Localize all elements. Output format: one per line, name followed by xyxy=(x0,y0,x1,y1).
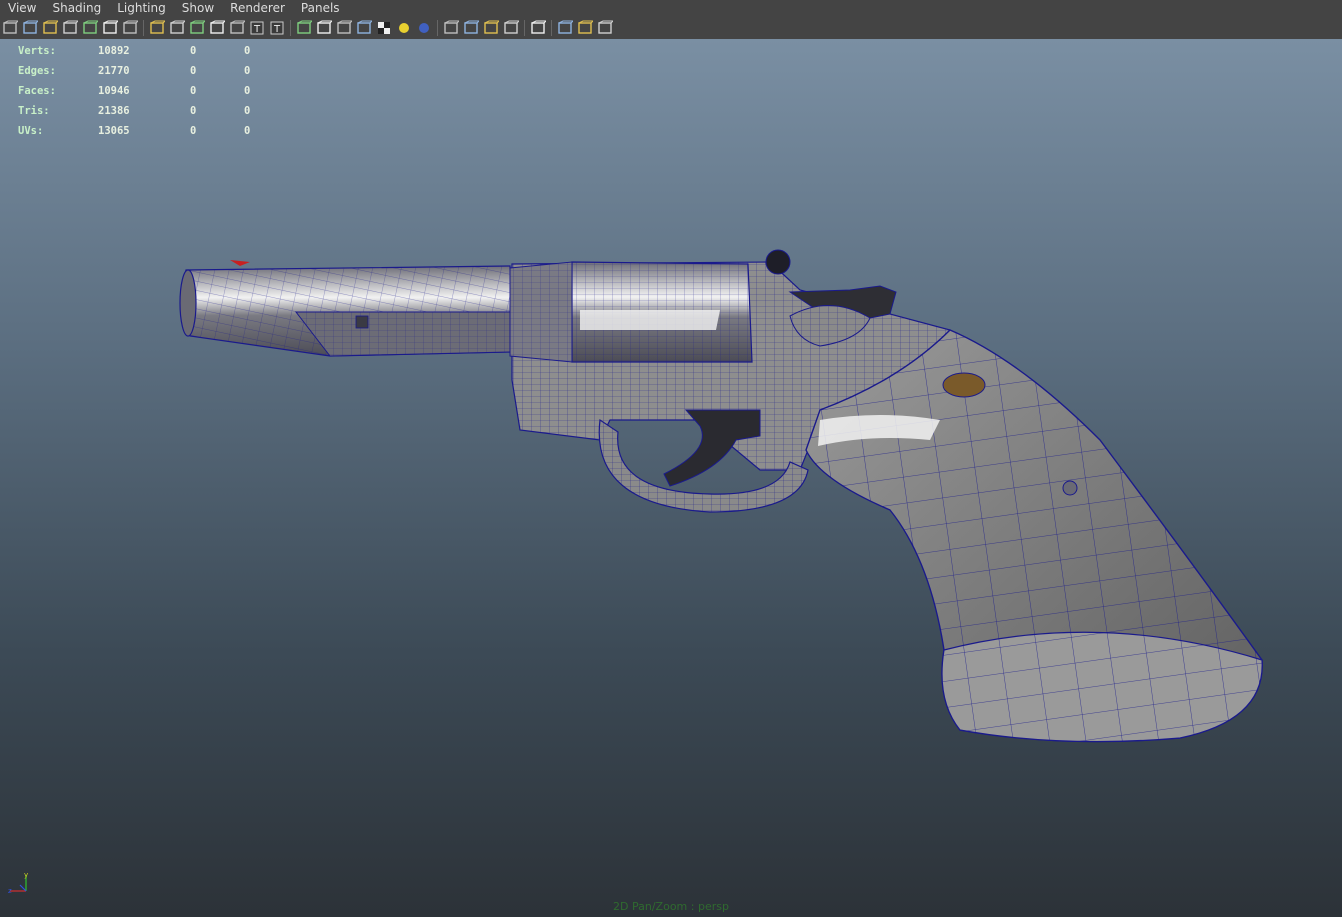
checker-icon[interactable] xyxy=(375,19,393,37)
camera-attributes-icon[interactable] xyxy=(21,19,39,37)
hud-value: 0 xyxy=(190,125,197,137)
hud-label: Tris: xyxy=(18,105,50,117)
toolbar-separator xyxy=(290,20,291,36)
hud-row: Edges: 21770 0 0 xyxy=(18,61,286,81)
menu-lighting[interactable]: Lighting xyxy=(109,0,174,17)
smooth-shade-icon[interactable] xyxy=(168,19,186,37)
svg-text:T: T xyxy=(273,24,281,35)
hud-value: 21386 xyxy=(98,105,130,117)
toolbar-separator xyxy=(524,20,525,36)
hud-value: 0 xyxy=(244,125,251,137)
toolbar-separator xyxy=(551,20,552,36)
hud-value: 0 xyxy=(244,65,251,77)
hud-row: Tris: 21386 0 0 xyxy=(18,101,286,121)
ambient-occlusion-icon[interactable] xyxy=(442,19,460,37)
panel-toolbar: TT xyxy=(0,17,1342,39)
viewport-persp[interactable]: Verts: 10892 0 0 Edges: 21770 0 0 Faces: 10946 0 0 T… xyxy=(0,39,1342,917)
hud-row: Verts: 10892 0 0 xyxy=(18,41,286,61)
menu-show[interactable]: Show xyxy=(174,0,222,17)
xray-icon[interactable] xyxy=(315,19,333,37)
hud-value: 0 xyxy=(244,85,251,97)
svg-text:T: T xyxy=(253,24,261,35)
xray-joints-icon[interactable] xyxy=(335,19,353,37)
hud-label: Verts: xyxy=(18,45,56,57)
wireframe-icon[interactable] xyxy=(148,19,166,37)
four-view-icon[interactable] xyxy=(576,19,594,37)
camera-label: 2D Pan/Zoom : persp xyxy=(613,900,729,913)
resolution-gate-icon[interactable] xyxy=(121,19,139,37)
hud-value: 10892 xyxy=(98,45,130,57)
xray-components-icon[interactable] xyxy=(355,19,373,37)
menu-renderer[interactable]: Renderer xyxy=(222,0,293,17)
hud-value: 10946 xyxy=(98,85,130,97)
film-gate-icon[interactable] xyxy=(101,19,119,37)
hud-label: UVs: xyxy=(18,125,44,137)
hud-row: Faces: 10946 0 0 xyxy=(18,81,286,101)
shadows-icon[interactable] xyxy=(415,19,433,37)
hud-value: 0 xyxy=(244,105,251,117)
grid-icon[interactable] xyxy=(81,19,99,37)
depth-of-field-icon[interactable] xyxy=(502,19,520,37)
svg-text:z: z xyxy=(8,887,12,895)
menu-shading[interactable]: Shading xyxy=(44,0,109,17)
menu-panels[interactable]: Panels xyxy=(293,0,348,17)
barrel[interactable] xyxy=(179,260,513,357)
hud-value: 0 xyxy=(190,85,197,97)
hud-value: 13065 xyxy=(98,125,130,137)
anti-alias-icon[interactable] xyxy=(482,19,500,37)
image-plane-icon[interactable] xyxy=(61,19,79,37)
bounding-box-icon[interactable] xyxy=(228,19,246,37)
use-lights-icon[interactable] xyxy=(395,19,413,37)
poly-count-hud: Verts: 10892 0 0 Edges: 21770 0 0 Faces: 10946 0 0 T… xyxy=(18,41,286,141)
node-editor-icon[interactable] xyxy=(596,19,614,37)
single-view-icon[interactable] xyxy=(556,19,574,37)
hud-row: UVs: 13065 0 0 xyxy=(18,121,286,141)
text-icon[interactable]: T xyxy=(268,19,286,37)
view-axis-icon: z y xyxy=(8,871,28,895)
hud-value: 21770 xyxy=(98,65,130,77)
menu-view[interactable]: View xyxy=(0,0,44,17)
textured-icon[interactable]: T xyxy=(248,19,266,37)
isolate-select-icon[interactable] xyxy=(529,19,547,37)
motion-blur-icon[interactable] xyxy=(462,19,480,37)
camera-icon[interactable] xyxy=(1,19,19,37)
revolver-model[interactable] xyxy=(0,39,1342,917)
sphere-shade-icon[interactable] xyxy=(188,19,206,37)
cylinder[interactable] xyxy=(509,261,753,363)
hud-label: Edges: xyxy=(18,65,56,77)
flat-shade-icon[interactable] xyxy=(208,19,226,37)
toolbar-separator xyxy=(143,20,144,36)
hud-value: 0 xyxy=(190,45,197,57)
svg-text:y: y xyxy=(24,871,28,879)
bookmark-icon[interactable] xyxy=(41,19,59,37)
hud-value: 0 xyxy=(244,45,251,57)
hud-value: 0 xyxy=(190,65,197,77)
menu-bar: View Shading Lighting Show Renderer Pane… xyxy=(0,0,1342,17)
wire-on-shaded-icon[interactable] xyxy=(295,19,313,37)
toolbar-separator xyxy=(437,20,438,36)
hud-value: 0 xyxy=(190,105,197,117)
grip[interactable] xyxy=(805,329,1263,743)
hud-label: Faces: xyxy=(18,85,56,97)
